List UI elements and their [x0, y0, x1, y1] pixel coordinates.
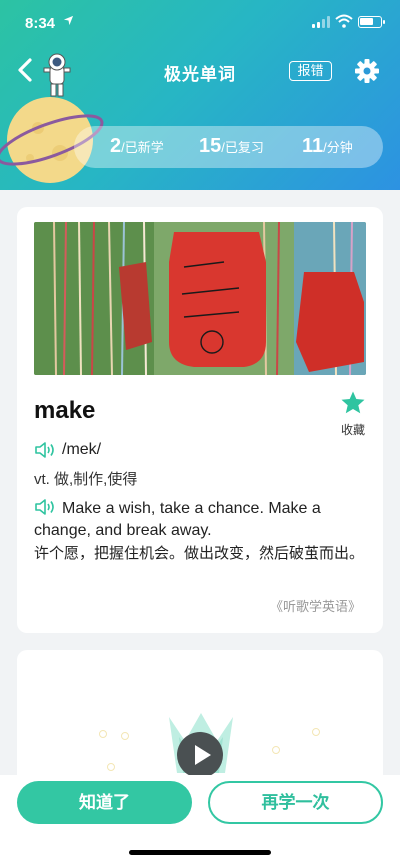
word-illustration-photo [34, 222, 366, 375]
speaker-icon[interactable] [34, 498, 56, 516]
status-bar: 8:34 [0, 0, 400, 44]
header: 8:34 极光单词 报错 2/已新学 15/已复习 11/分钟 [0, 0, 400, 190]
know-it-button[interactable]: 知道了 [17, 781, 192, 824]
star-icon [341, 391, 365, 414]
example-translation: 许个愿，把握住机会。做出改变，然后破茧而出。 [34, 545, 365, 562]
location-icon [63, 15, 74, 26]
status-time: 8:34 [25, 15, 56, 32]
example-sentence[interactable]: Make a wish, take a chance. Make a chang… [34, 498, 369, 542]
word-text: make [34, 397, 96, 424]
sparkle-decoration [107, 763, 115, 771]
play-video-button[interactable] [177, 732, 223, 778]
speaker-icon[interactable] [34, 441, 56, 459]
favorite-label: 收藏 [340, 423, 365, 437]
favorite-button[interactable]: 收藏 [336, 390, 370, 438]
report-error-button[interactable]: 报错 [289, 61, 332, 81]
example-english: Make a wish, take a chance. Make a chang… [34, 500, 321, 539]
word-meaning: vt. 做,制作,使得 [34, 471, 138, 488]
learn-again-button[interactable]: 再学一次 [208, 781, 383, 824]
stat-new-learned: 2/已新学 [110, 135, 164, 157]
sparkle-decoration [121, 732, 129, 740]
gear-icon[interactable] [353, 57, 381, 85]
signal-icon [312, 16, 330, 28]
phonetic-row[interactable]: /mek/ [34, 441, 101, 459]
sparkle-decoration [99, 730, 107, 738]
learning-stats-bar: 2/已新学 15/已复习 11/分钟 [74, 126, 383, 168]
stat-reviewed: 15/已复习 [199, 135, 264, 157]
phonetic-text: /mek/ [62, 441, 102, 459]
battery-icon [358, 16, 385, 28]
wifi-icon [335, 14, 353, 28]
sparkle-decoration [312, 728, 320, 736]
home-indicator [129, 850, 271, 855]
example-source: 《听歌学英语》 [269, 599, 361, 614]
stat-minutes: 11/分钟 [302, 135, 353, 157]
sparkle-decoration [272, 746, 280, 754]
word-card: make 收藏 /mek/ vt. 做,制作,使得 Make a wish, t… [17, 207, 383, 633]
